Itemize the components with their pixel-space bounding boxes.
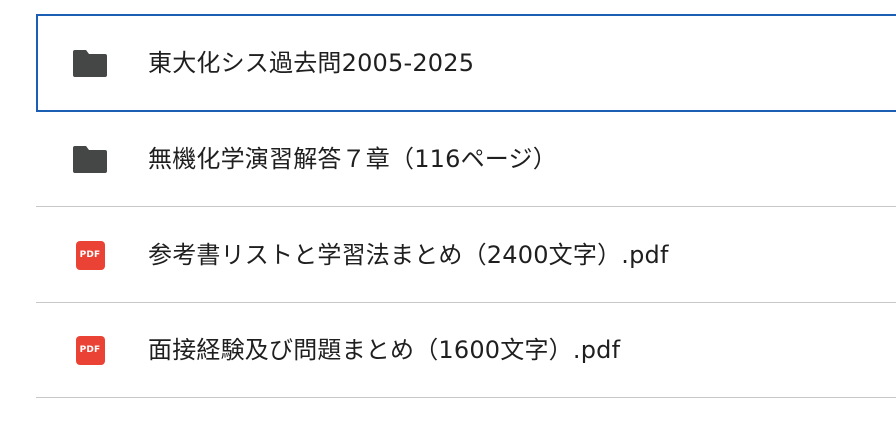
file-row-folder-muki-kagaku[interactable]: 無機化学演習解答７章（116ページ） (36, 112, 896, 207)
file-row-pdf-sankousho-list[interactable]: PDF 参考書リストと学習法まとめ（2400文字）.pdf (36, 208, 896, 303)
file-name: 東大化シス過去問2005-2025 (148, 49, 475, 77)
file-row-folder-todai-kashisu[interactable]: 東大化シス過去問2005-2025 (36, 14, 896, 112)
file-row-pdf-mensetsu-keiken[interactable]: PDF 面接経験及び問題まとめ（1600文字）.pdf (36, 303, 896, 398)
file-name: 無機化学演習解答７章（116ページ） (148, 145, 557, 173)
pdf-icon-label: PDF (75, 240, 105, 270)
file-list: 東大化シス過去問2005-2025 無機化学演習解答７章（116ページ） PDF… (36, 0, 896, 422)
file-name: 参考書リストと学習法まとめ（2400文字）.pdf (148, 241, 669, 269)
pdf-icon-label: PDF (75, 335, 105, 365)
folder-icon (72, 141, 108, 177)
file-name: 面接経験及び問題まとめ（1600文字）.pdf (148, 336, 621, 364)
folder-icon (72, 45, 108, 81)
pdf-icon: PDF (72, 332, 108, 368)
pdf-icon: PDF (72, 237, 108, 273)
